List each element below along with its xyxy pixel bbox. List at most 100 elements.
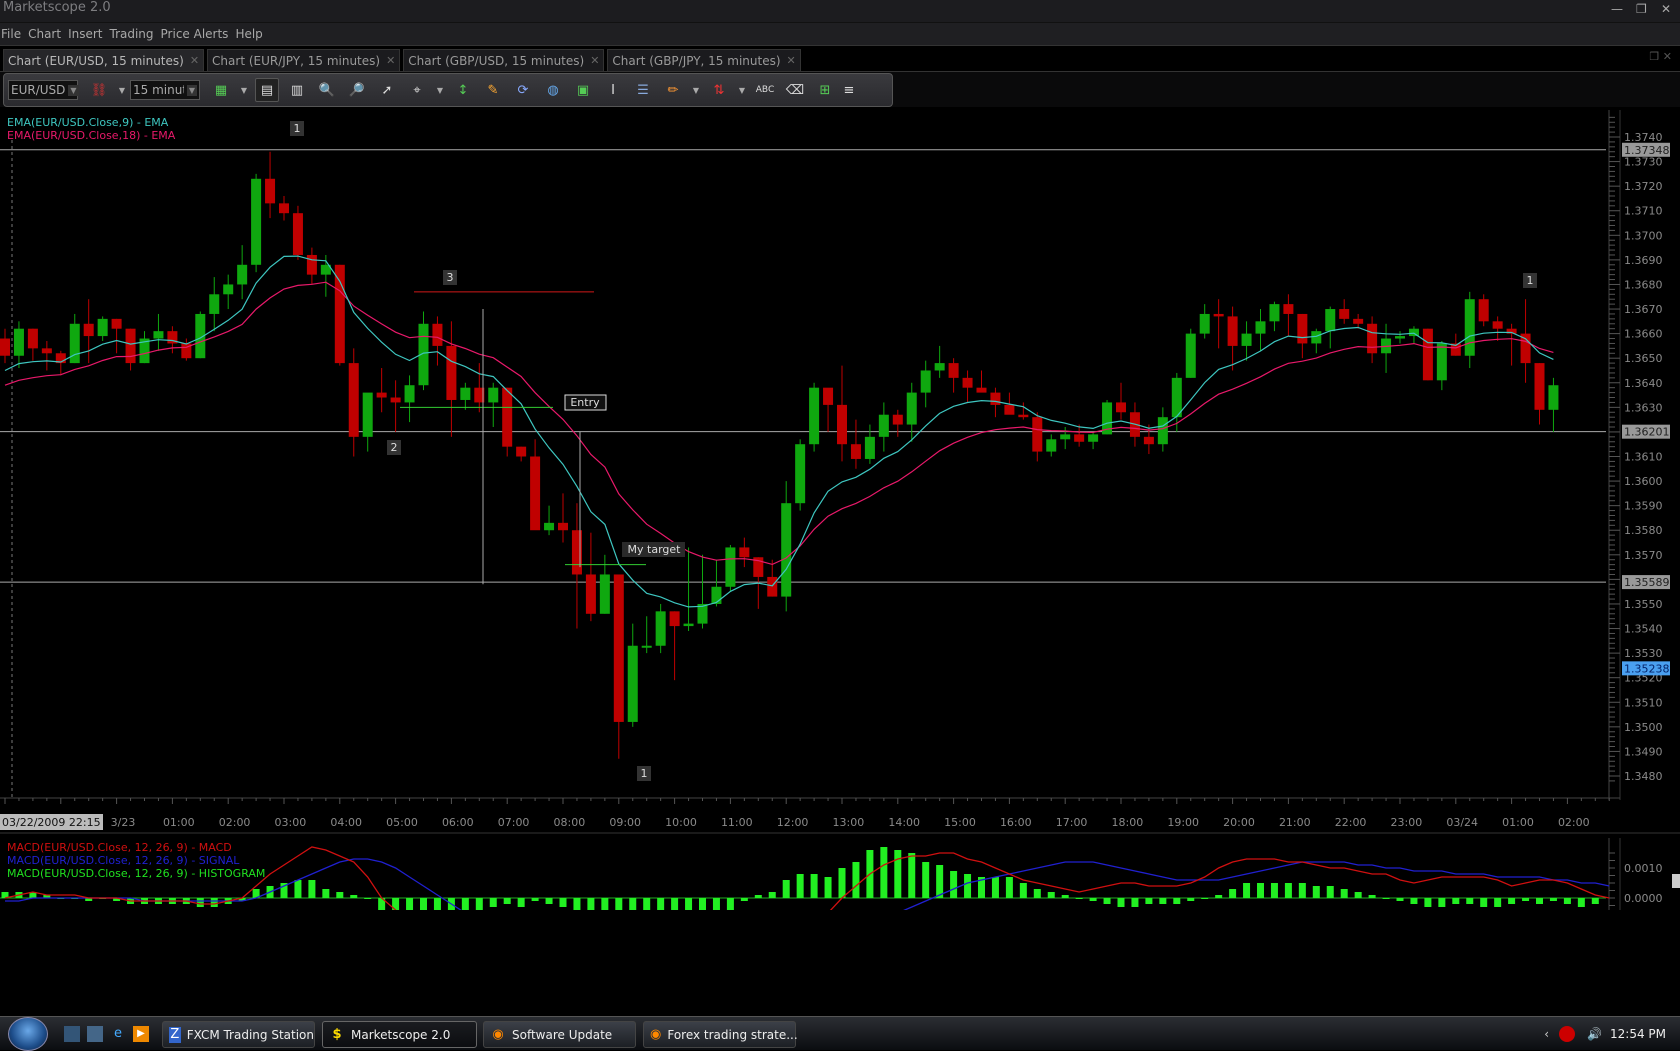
close-tab-icon[interactable]: ✕ <box>1663 50 1672 63</box>
taskbar-forex-trading[interactable]: ◉ Forex trading strate... <box>643 1021 798 1048</box>
properties-icon[interactable]: ✎ <box>481 78 505 102</box>
start-button[interactable] <box>8 1017 48 1051</box>
tab-eurusd[interactable]: Chart (EUR/USD, 15 minutes) ✕ <box>3 49 205 71</box>
menu-help[interactable]: Help <box>235 27 262 41</box>
candle <box>920 360 931 408</box>
histogram-bar <box>294 880 302 898</box>
text-label-icon[interactable]: ABC <box>753 78 777 102</box>
marker-3: 3 <box>443 270 457 285</box>
menu-chart[interactable]: Chart <box>28 27 61 41</box>
marker-text: 1 <box>294 122 301 135</box>
histogram-bar <box>1396 898 1404 901</box>
histogram-bar <box>322 889 330 898</box>
chevron-down-icon[interactable]: ▼ <box>737 78 747 102</box>
internet-explorer-icon[interactable]: e <box>110 1026 126 1042</box>
histogram-bar <box>880 847 888 898</box>
candle-body <box>446 345 457 400</box>
histogram-bar <box>1438 898 1446 907</box>
layout-icon[interactable]: ⊞ <box>813 78 837 102</box>
zoom-out-icon[interactable]: 🔎 <box>345 78 369 102</box>
price-label: 1.37348 <box>1624 144 1670 157</box>
switch-windows-icon[interactable] <box>87 1026 103 1042</box>
tab-gbpjpy[interactable]: Chart (GBP/JPY, 15 minutes) ✕ <box>607 49 801 71</box>
all-view-icon[interactable]: ▥ <box>285 78 309 102</box>
candle-body <box>292 213 303 255</box>
indicator-icon[interactable]: ⇅ <box>707 78 731 102</box>
candle-body <box>1116 402 1126 413</box>
chevron-down-icon[interactable]: ▼ <box>691 78 701 102</box>
candle-body <box>1548 385 1559 410</box>
target-label-text: My target <box>628 543 682 556</box>
menu-insert[interactable]: Insert <box>68 27 102 41</box>
candle-body <box>725 547 736 587</box>
time-tick-label: 03/24 <box>1446 816 1478 829</box>
minimize-button[interactable]: — <box>1611 1 1623 17</box>
candle-body <box>823 387 834 405</box>
vertical-scale-icon[interactable]: ↕ <box>451 78 475 102</box>
candle <box>55 350 66 376</box>
more-icon[interactable]: ≡ <box>843 78 855 102</box>
show-desktop-icon[interactable] <box>64 1026 80 1042</box>
taskbar-software-update[interactable]: ◉ Software Update <box>483 1021 636 1048</box>
volume-icon[interactable]: 🔊 <box>1587 1027 1602 1041</box>
marker-1-right: 1 <box>1523 273 1537 288</box>
instrument-value: EUR/USD <box>11 83 66 97</box>
image-icon[interactable]: ▣ <box>571 78 595 102</box>
globe-icon[interactable]: ◍ <box>541 78 565 102</box>
tab-gbpusd[interactable]: Chart (GBP/USD, 15 minutes) ✕ <box>403 49 605 71</box>
close-button[interactable]: ✕ <box>1661 1 1671 17</box>
restore-button[interactable]: ❐ <box>1636 1 1647 17</box>
time-tick-label: 12:00 <box>777 816 809 829</box>
chevron-down-icon[interactable]: ▼ <box>117 78 127 102</box>
price-tick-label: 1.3720 <box>1624 180 1663 193</box>
candle-body <box>795 444 806 504</box>
tab-eurjpy[interactable]: Chart (EUR/JPY, 15 minutes) ✕ <box>207 49 401 71</box>
macd-tick-label: 0.0000 <box>1624 892 1663 905</box>
bar-view-icon[interactable]: ▤ <box>255 78 279 102</box>
menu-trading[interactable]: Trading <box>110 27 154 41</box>
histogram-bar <box>1410 898 1418 904</box>
menu-price-alerts[interactable]: Price Alerts <box>161 27 229 41</box>
candle <box>976 370 987 393</box>
list-icon[interactable]: ☰ <box>631 78 655 102</box>
close-icon[interactable]: ✕ <box>590 54 599 67</box>
chevron-down-icon[interactable]: ▼ <box>239 78 249 102</box>
candle-body <box>990 392 1001 405</box>
histogram-bar <box>601 898 609 910</box>
fxcm-tray-icon[interactable] <box>1559 1026 1576 1042</box>
candle-body <box>502 387 513 447</box>
close-icon[interactable]: ✕ <box>787 54 796 67</box>
close-icon[interactable]: ✕ <box>386 54 395 67</box>
link-icon[interactable]: ⛓ <box>87 78 111 102</box>
taskbar-marketscope[interactable]: $ Marketscope 2.0 <box>322 1021 477 1048</box>
candle <box>209 277 220 332</box>
candle <box>1408 326 1419 344</box>
instrument-select[interactable]: EUR/USD ▼ <box>8 80 79 100</box>
clock[interactable]: 12:54 PM <box>1610 1027 1666 1041</box>
pencil-icon[interactable]: ✏ <box>661 78 685 102</box>
chart-type-icon[interactable]: ▦ <box>209 78 233 102</box>
histogram-bar <box>1173 898 1181 904</box>
histogram-bar <box>1019 883 1027 898</box>
zoom-in-icon[interactable]: 🔍 <box>315 78 339 102</box>
menu-file[interactable]: File <box>1 27 21 41</box>
taskbar-fxcm[interactable]: Z FXCM Trading Station <box>162 1021 315 1048</box>
media-player-icon[interactable]: ▶ <box>133 1026 149 1042</box>
close-icon[interactable]: ✕ <box>190 54 199 67</box>
pointer-icon[interactable]: ➚ <box>375 78 399 102</box>
histogram-bar <box>517 898 525 907</box>
candle-body <box>1171 377 1182 418</box>
candle-body <box>1213 313 1224 317</box>
histogram-bar <box>1452 898 1460 904</box>
refresh-icon[interactable]: ⟳ <box>511 78 535 102</box>
text-cursor-icon[interactable]: Ⅰ <box>601 78 625 102</box>
eraser-icon[interactable]: ⌫ <box>783 78 807 102</box>
price-chart[interactable]: 1.3740 1.3730 1.3720 1.3710 1.3700 1.3690 1.36… <box>0 110 1680 910</box>
entry-label-text: Entry <box>570 396 600 409</box>
candle-body <box>1074 434 1085 442</box>
show-hidden-icons[interactable]: ‹ <box>1544 1027 1549 1041</box>
restore-tab-icon[interactable]: ❐ <box>1649 50 1659 63</box>
crosshair-zoom-icon[interactable]: ⌖ <box>405 78 429 102</box>
chevron-down-icon[interactable]: ▼ <box>435 78 445 102</box>
timeframe-select[interactable]: 15 minute▼ <box>130 80 200 100</box>
